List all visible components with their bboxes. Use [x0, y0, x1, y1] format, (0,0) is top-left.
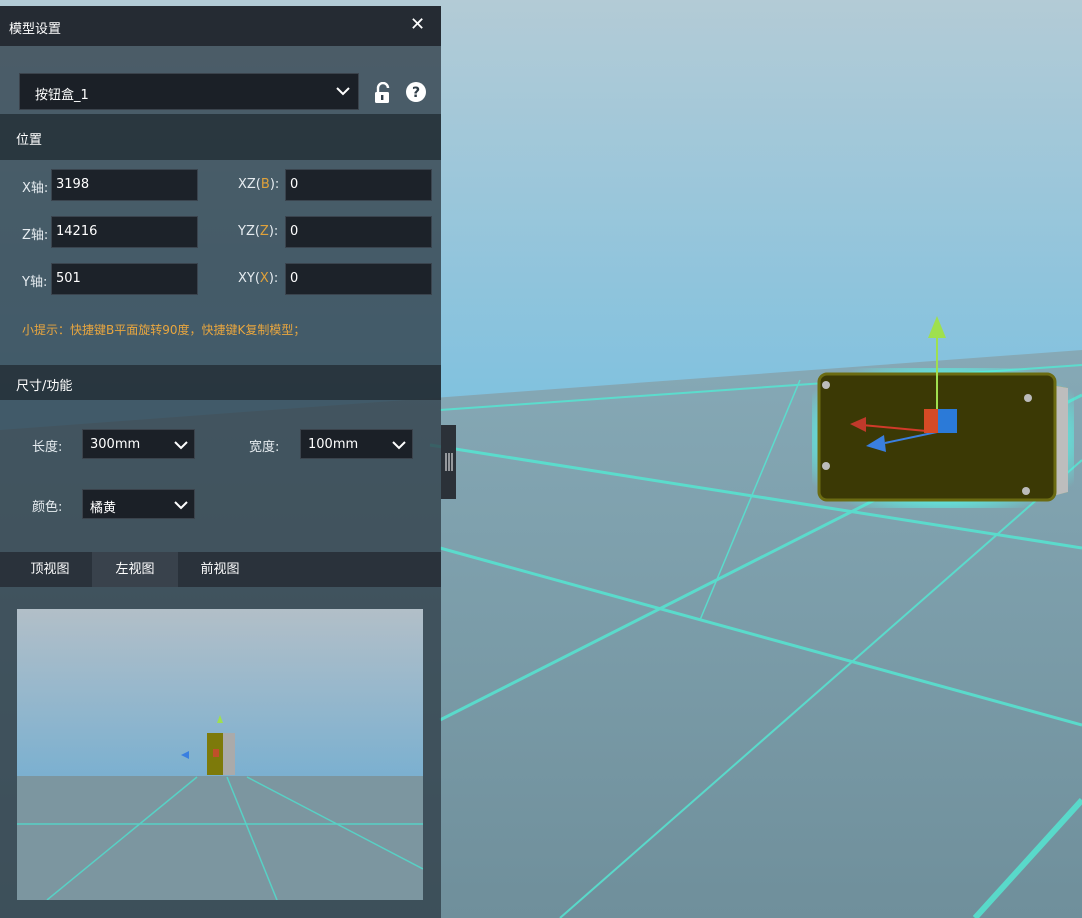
color-select-value: 橘黄	[90, 501, 117, 516]
width-select[interactable]: 100mm	[300, 429, 413, 459]
chevron-down-icon	[174, 441, 188, 450]
tab-front-view[interactable]: 前视图	[178, 552, 262, 587]
section-position: 位置	[0, 114, 441, 160]
model-select-value: 按钮盒_1	[35, 88, 89, 103]
close-icon[interactable]: ✕	[410, 15, 425, 35]
z-axis-input[interactable]: 14216	[51, 216, 198, 248]
model-select[interactable]: 按钮盒_1	[19, 73, 359, 110]
length-label: 长度:	[32, 440, 63, 455]
section-position-label: 位置	[16, 133, 43, 148]
chevron-down-icon	[336, 87, 350, 96]
svg-text:?: ?	[412, 85, 420, 101]
panel-titlebar: 模型设置 ✕	[0, 6, 441, 46]
y-axis-input[interactable]: 501	[51, 263, 198, 295]
color-select[interactable]: 橘黄	[82, 489, 195, 519]
panel-title: 模型设置	[9, 22, 62, 37]
length-select[interactable]: 300mm	[82, 429, 195, 459]
width-select-value: 100mm	[308, 437, 359, 452]
length-select-value: 300mm	[90, 437, 141, 452]
chevron-down-icon	[174, 501, 188, 510]
view-preview[interactable]	[17, 609, 423, 900]
x-axis-label: X轴:	[22, 181, 49, 196]
xz-rotation-input[interactable]: 0	[285, 169, 432, 201]
section-size-label: 尺寸/功能	[16, 379, 73, 394]
chevron-down-icon	[392, 441, 406, 450]
shortcut-hint: 小提示：快捷键B平面旋转90度，快捷键K复制模型；	[22, 323, 306, 337]
yz-rotation-input[interactable]: 0	[285, 216, 432, 248]
x-axis-input[interactable]: 3198	[51, 169, 198, 201]
model-settings-panel: 模型设置 ✕ 按钮盒_1 ? 位置 X轴: 3198 XZ(B): 0 Z轴: …	[0, 6, 441, 918]
color-label: 颜色:	[32, 500, 63, 515]
tab-left-view[interactable]: 左视图	[92, 552, 178, 587]
width-label: 宽度:	[249, 440, 280, 455]
xy-label: XY(X):	[238, 271, 279, 286]
xy-rotation-input[interactable]: 0	[285, 263, 432, 295]
button-box-model[interactable]	[812, 368, 1074, 508]
yz-label: YZ(Z):	[238, 224, 279, 239]
z-axis-label: Z轴:	[22, 228, 49, 243]
tab-top-view[interactable]: 顶视图	[8, 552, 92, 587]
section-size: 尺寸/功能	[0, 365, 441, 400]
grip-icon	[445, 453, 453, 471]
help-icon[interactable]: ?	[405, 81, 427, 103]
xz-label: XZ(B):	[238, 177, 280, 192]
unlock-icon[interactable]	[373, 82, 393, 104]
y-axis-label: Y轴:	[22, 275, 48, 290]
panel-resize-handle[interactable]	[441, 425, 456, 499]
view-tabs: 顶视图 左视图 前视图	[0, 552, 441, 587]
